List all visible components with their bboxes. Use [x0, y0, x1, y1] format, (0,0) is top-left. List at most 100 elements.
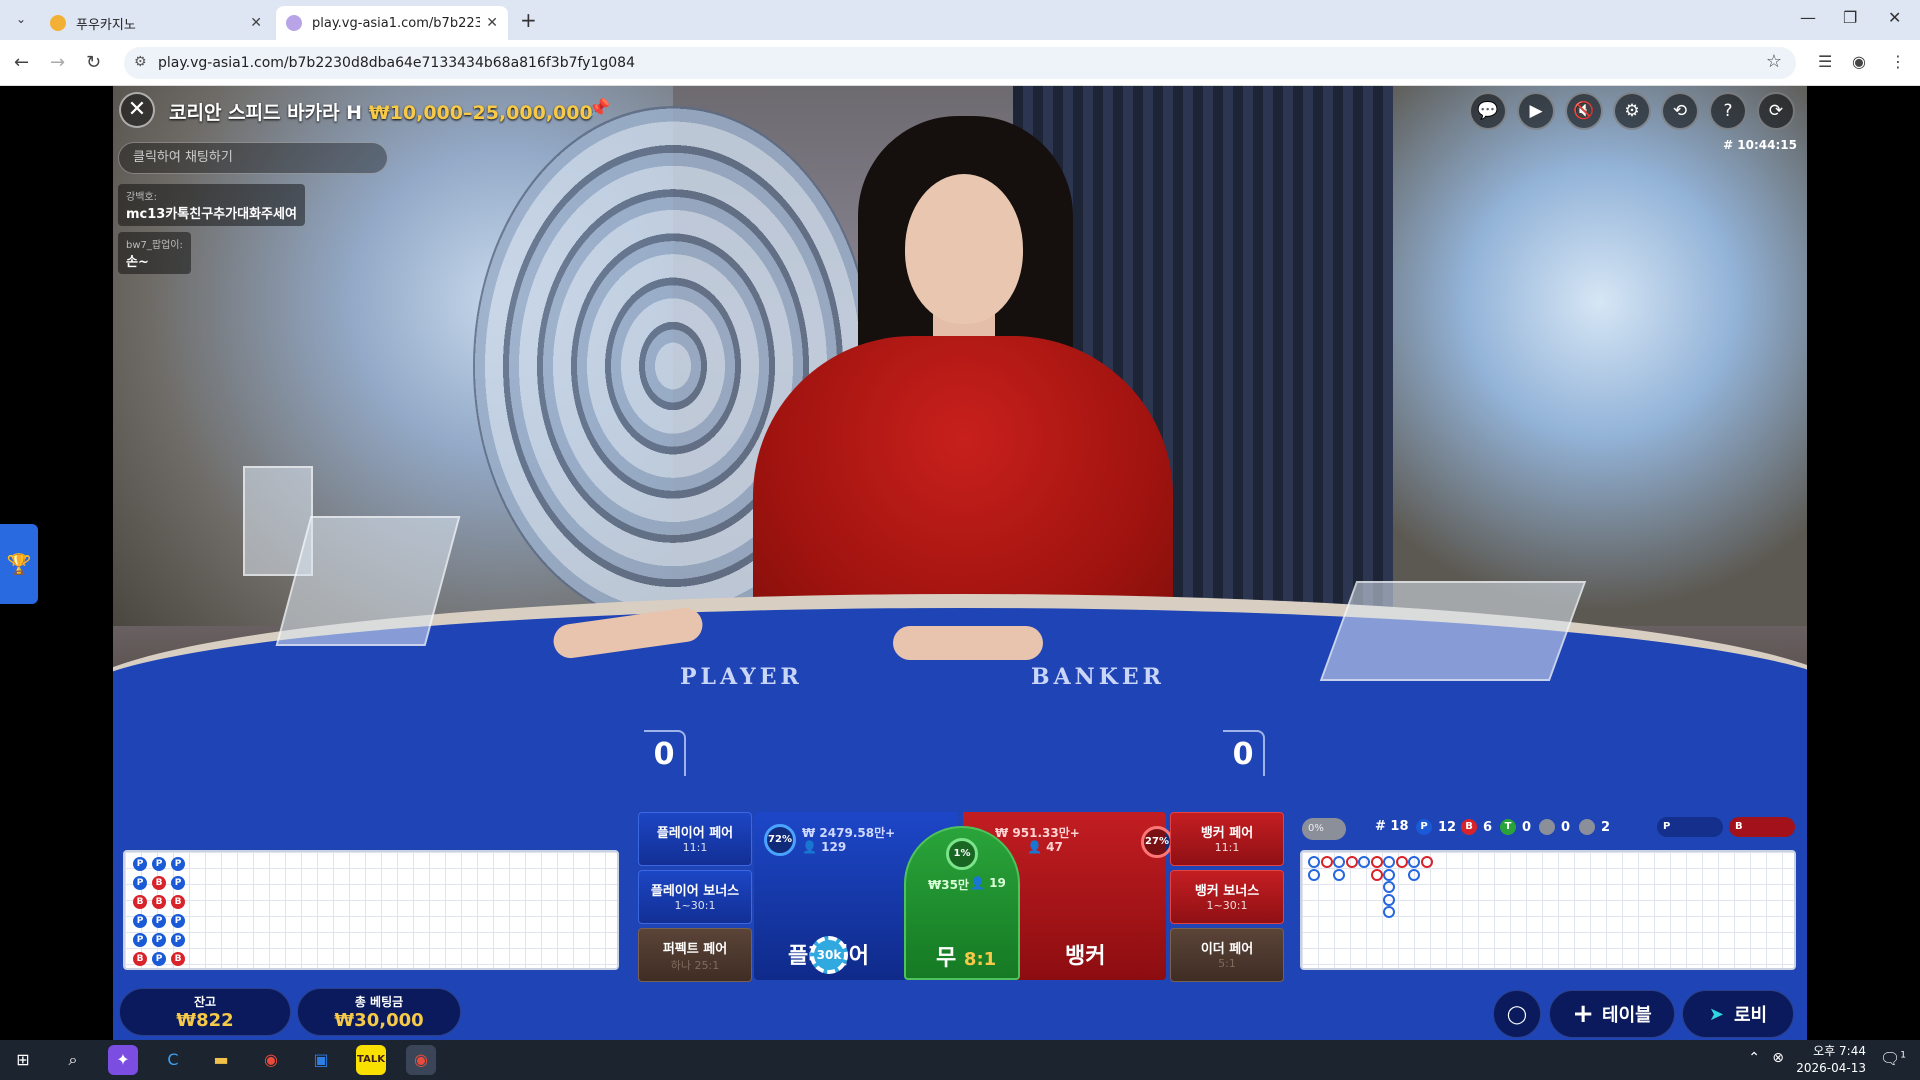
player-wins: P 12: [1416, 819, 1456, 835]
lobby-button[interactable]: ➤ 로비: [1682, 990, 1794, 1038]
url-field[interactable]: ⚙ play.vg-asia1.com/b7b2230d8dba64e71334…: [124, 47, 1796, 79]
either-pair-bet[interactable]: 이더 페어 5:1: [1170, 928, 1284, 982]
perfect-pair-bet[interactable]: 퍼펙트 페어 하나 25:1: [638, 928, 752, 982]
banker-percent: 27%: [1141, 826, 1173, 858]
cortana-icon[interactable]: C: [158, 1045, 188, 1075]
pin-icon[interactable]: 📌: [588, 98, 610, 119]
placed-chip[interactable]: 30k: [810, 936, 848, 974]
bead-result: B: [171, 895, 185, 909]
tray-expand-icon[interactable]: ⌃: [1748, 1050, 1760, 1066]
banker-wins: B6: [1461, 819, 1492, 835]
new-tab-button[interactable]: +: [520, 8, 537, 32]
bead-result: P: [133, 876, 147, 890]
bookmark-star-icon[interactable]: ☆: [1766, 51, 1782, 72]
big-road-mark: [1383, 893, 1395, 906]
bead-result: P: [171, 857, 185, 871]
bead-result: P: [171, 914, 185, 928]
clock-date: 2026-04-13: [1796, 1061, 1866, 1075]
close-tab-icon[interactable]: ✕: [486, 15, 498, 31]
search-icon[interactable]: ⌕: [58, 1045, 88, 1075]
close-tab-icon[interactable]: ✕: [250, 15, 262, 31]
network-icon[interactable]: ⊗: [1772, 1050, 1784, 1066]
minimize-icon[interactable]: —: [1800, 8, 1816, 27]
settings-gear-icon[interactable]: ⚙: [1613, 92, 1651, 130]
big-road-mark: [1408, 868, 1420, 881]
tab-casino[interactable]: 푸우카지노 ✕: [40, 6, 272, 40]
bet-label: 플레이어 페어: [656, 826, 734, 841]
tie-count: 👤 19: [970, 876, 1006, 890]
big-road-mark: [1420, 856, 1433, 868]
help-icon[interactable]: ?: [1709, 92, 1747, 130]
bet-label: 뱅커 페어: [1200, 826, 1254, 841]
big-road-mark: [1383, 881, 1395, 893]
banker-pair-bet[interactable]: 뱅커 페어 11:1: [1170, 812, 1284, 866]
chrome-icon[interactable]: ◉: [256, 1045, 286, 1075]
bead-result: P: [133, 857, 147, 871]
windows-start-icon[interactable]: ⊞: [8, 1045, 38, 1075]
balance-pill: 잔고 ₩822: [119, 988, 291, 1036]
chat-message: 강백호: mc13카톡친구추가대화주세여: [118, 184, 305, 226]
game-title: 코리안 스피드 바카라 H ₩10,000–25,000,000: [169, 98, 593, 125]
dealer-face: [905, 174, 1023, 324]
profile-icon[interactable]: ◉: [1852, 52, 1866, 71]
chat-icon[interactable]: ◯: [1493, 990, 1541, 1038]
browser-tab-bar: ⌄ 푸우카지노 ✕ play.vg-asia1.com/b7b2230d8 ✕ …: [0, 0, 1920, 40]
chat-bubble-icon[interactable]: 💬: [1469, 92, 1507, 130]
chat-message: bw7_팝업이: 손~: [118, 232, 191, 274]
back-icon[interactable]: ←: [14, 52, 29, 73]
dealer-hand-right: [893, 626, 1043, 660]
bet-odds: 1~30:1: [674, 899, 716, 912]
media-control-icon[interactable]: ☰: [1818, 52, 1832, 71]
mute-speaker-icon[interactable]: 🔇: [1565, 92, 1603, 130]
bead-result: P: [152, 857, 166, 871]
banker-bonus-bet[interactable]: 뱅커 보너스 1~30:1: [1170, 870, 1284, 924]
table-button[interactable]: + 테이블: [1549, 990, 1675, 1038]
big-road-mark: [1408, 856, 1420, 868]
banker-amount: ₩ 951.33만+: [995, 826, 1080, 840]
close-game-button[interactable]: ✕: [119, 92, 155, 128]
tie-bet-label: 무 8:1: [936, 946, 997, 971]
balance-label: 잔고: [193, 995, 217, 1009]
trophy-icon[interactable]: 🏆: [0, 524, 38, 604]
copilot-icon[interactable]: ✦: [108, 1045, 138, 1075]
ask-banker-button[interactable]: B: [1729, 817, 1795, 837]
clock-time: 오후 7:44: [1813, 1044, 1866, 1058]
plus-icon: +: [1572, 999, 1595, 1029]
player-pair-bet[interactable]: 플레이어 페어 11:1: [638, 812, 752, 866]
switch-table-icon[interactable]: ⟳: [1757, 92, 1795, 130]
tab-game[interactable]: play.vg-asia1.com/b7b2230d8 ✕: [276, 6, 508, 40]
big-road-mark: [1333, 856, 1345, 868]
tie-bet-area[interactable]: 1% ₩35만 👤 19 무 8:1: [904, 826, 1020, 980]
file-explorer-icon[interactable]: ▬: [206, 1045, 236, 1075]
bead-result: P: [171, 933, 185, 947]
banker-count: 👤 47: [1027, 840, 1063, 854]
tab-title: 푸우카지노: [76, 17, 136, 33]
menu-dots-icon[interactable]: ⋮: [1890, 52, 1906, 71]
site-info-icon[interactable]: ⚙: [134, 54, 147, 70]
bead-result: P: [133, 914, 147, 928]
big-road-mark: [1320, 856, 1333, 868]
card-shoe: [1319, 581, 1587, 681]
player-pair-stat: 0: [1539, 819, 1570, 835]
game-view: PLAYER BANKER 0 0 ✕ 코리안 스피드 바카라 H ₩10,00…: [113, 86, 1807, 1040]
stats-toggle[interactable]: 0%: [1302, 818, 1346, 840]
remote-app-icon[interactable]: ▣: [306, 1045, 336, 1075]
system-clock[interactable]: 오후 7:44 2026-04-13: [1796, 1043, 1866, 1077]
chrome-active-icon[interactable]: ◉: [406, 1045, 436, 1075]
bead-result: P: [152, 933, 166, 947]
close-window-icon[interactable]: ✕: [1888, 8, 1901, 27]
restore-icon[interactable]: ❐: [1843, 8, 1857, 27]
bet-odds: 5:1: [1218, 957, 1236, 970]
history-icon[interactable]: ⟲: [1661, 92, 1699, 130]
player-bonus-bet[interactable]: 플레이어 보너스 1~30:1: [638, 870, 752, 924]
chat-input[interactable]: 클릭하여 채팅하기: [118, 142, 388, 174]
notification-icon[interactable]: 🗨1: [1880, 1049, 1906, 1068]
video-camera-icon[interactable]: ▶: [1517, 92, 1555, 130]
forward-icon[interactable]: →: [50, 52, 65, 73]
chat-text: 손~: [126, 255, 149, 270]
big-road-mark: [1370, 868, 1383, 881]
kakaotalk-icon[interactable]: TALK: [356, 1045, 386, 1075]
tab-list-icon[interactable]: ⌄: [10, 8, 32, 30]
reload-icon[interactable]: ↻: [86, 52, 101, 73]
ask-player-button[interactable]: P: [1657, 817, 1723, 837]
